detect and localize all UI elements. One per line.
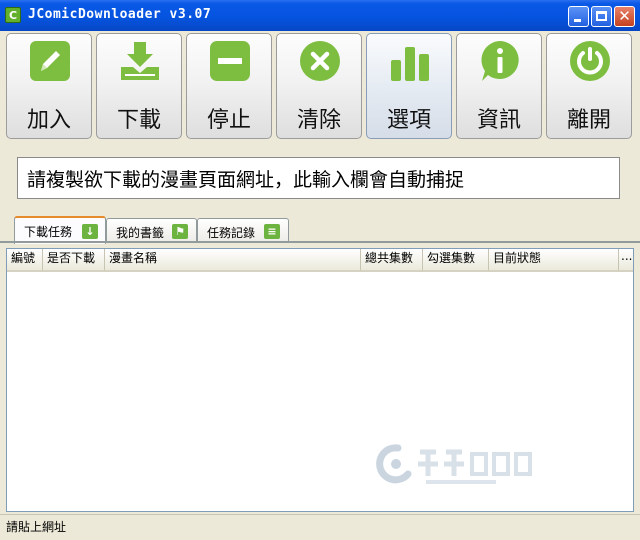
document-icon: ≡	[264, 224, 280, 239]
minimize-icon	[574, 19, 581, 22]
download-button[interactable]: 下載	[96, 33, 182, 139]
tab-bookmarks[interactable]: 我的書籤 ⚑	[106, 218, 197, 243]
exit-button-label: 離開	[566, 108, 611, 133]
main-toolbar: 加入 下載 停止 清除 選項 資訊 離開	[0, 31, 640, 141]
tab-label: 任務記錄	[207, 226, 256, 240]
info-button-label: 資訊	[476, 108, 521, 133]
download-button-label: 下載	[116, 108, 161, 133]
tab-download-tasks[interactable]: 下載任務 ↓	[14, 216, 106, 244]
stop-button-label: 停止	[206, 108, 251, 133]
down-arrow-icon: ↓	[82, 224, 98, 239]
clear-x-icon	[300, 41, 340, 81]
app-icon: C	[5, 7, 21, 23]
minimize-button[interactable]	[568, 6, 589, 27]
info-button[interactable]: 資訊	[456, 33, 542, 139]
add-button-label: 加入	[26, 108, 71, 133]
pencil-icon	[30, 41, 70, 81]
status-bar: 請貼上網址	[0, 514, 640, 540]
column-header-more[interactable]: ...	[619, 249, 633, 270]
status-text: 請貼上網址	[6, 520, 67, 534]
bar-chart-icon	[391, 47, 429, 81]
app-window: C JComicDownloader v3.07 ✕ 加入 下載 停止 清除 選…	[0, 0, 640, 540]
column-header-id[interactable]: 編號	[7, 249, 43, 270]
table-header: 編號 是否下載 漫畫名稱 總共集數 勾選集數 目前狀態 ...	[7, 249, 633, 272]
watermark-logo	[376, 444, 532, 484]
tab-strip: 下載任務 ↓ 我的書籤 ⚑ 任務記錄 ≡	[0, 216, 640, 244]
column-header-total-volumes[interactable]: 總共集數	[361, 249, 423, 270]
maximize-icon	[596, 11, 607, 21]
tab-label: 我的書籤	[116, 226, 165, 240]
stop-icon	[210, 41, 250, 81]
options-button[interactable]: 選項	[366, 33, 452, 139]
flag-icon: ⚑	[172, 224, 188, 239]
title-bar[interactable]: C JComicDownloader v3.07 ✕	[0, 0, 640, 31]
column-header-selected-volumes[interactable]: 勾選集數	[423, 249, 489, 270]
add-button[interactable]: 加入	[6, 33, 92, 139]
url-input-box	[17, 157, 620, 199]
clear-button-label: 清除	[296, 108, 341, 133]
column-header-status[interactable]: 目前狀態	[489, 249, 619, 270]
download-icon	[121, 42, 159, 80]
column-header-comic-name[interactable]: 漫畫名稱	[105, 249, 361, 270]
url-input[interactable]	[18, 158, 619, 198]
tab-task-log[interactable]: 任務記錄 ≡	[197, 218, 289, 243]
options-button-label: 選項	[386, 108, 431, 133]
column-header-download[interactable]: 是否下載	[43, 249, 105, 270]
clear-button[interactable]: 清除	[276, 33, 362, 139]
info-icon	[481, 41, 519, 81]
power-icon	[570, 41, 610, 81]
exit-button[interactable]: 離開	[546, 33, 632, 139]
stop-button[interactable]: 停止	[186, 33, 272, 139]
close-button[interactable]: ✕	[614, 6, 635, 27]
tab-label: 下載任務	[24, 225, 73, 239]
close-icon: ✕	[618, 7, 631, 25]
window-title: JComicDownloader v3.07	[28, 7, 212, 22]
tab-divider	[0, 241, 640, 243]
maximize-button[interactable]	[591, 6, 612, 27]
